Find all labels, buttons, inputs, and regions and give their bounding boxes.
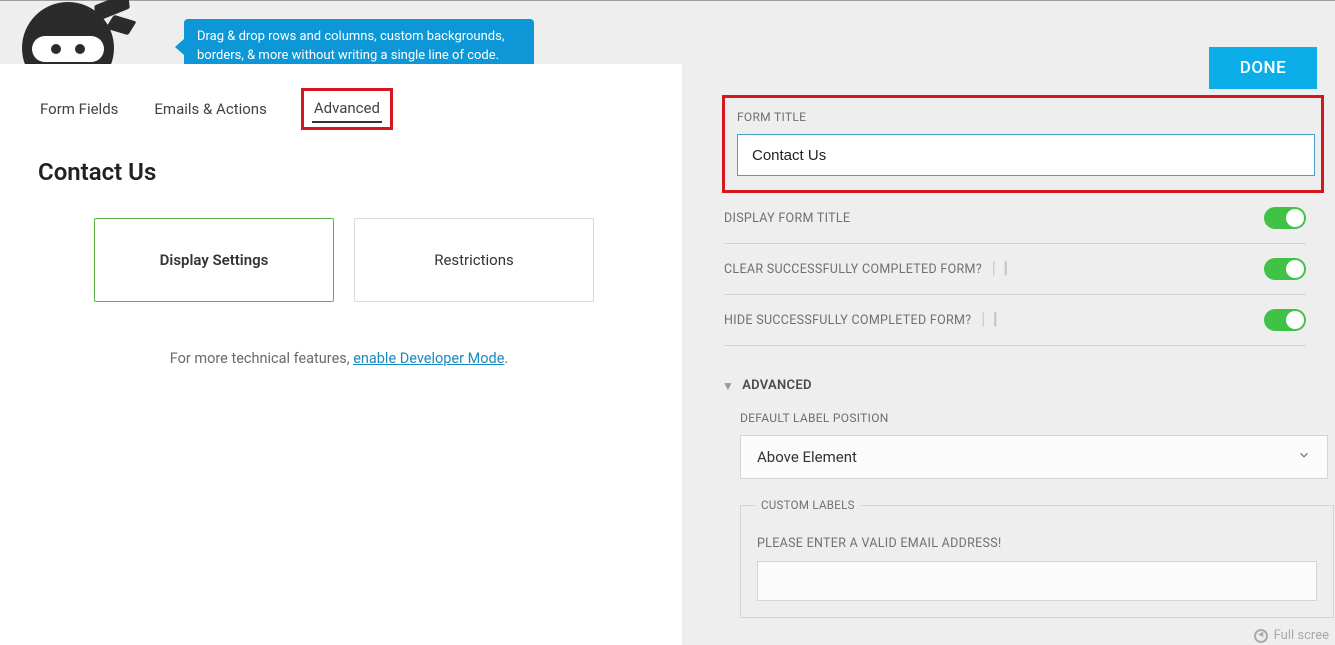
- done-button-label: DONE: [1240, 58, 1286, 78]
- form-name-heading: Contact Us: [38, 158, 644, 186]
- tab-form-fields[interactable]: Form Fields: [38, 96, 120, 122]
- form-title-input[interactable]: [737, 134, 1315, 176]
- settings-cards-row: Display Settings Restrictions: [94, 218, 644, 302]
- info-icon[interactable]: ❘❙: [988, 261, 1012, 275]
- row-hide-completed: HIDE SUCCESSFULLY COMPLETED FORM? ❘❙: [724, 295, 1306, 346]
- toggle-clear-completed[interactable]: [1264, 258, 1306, 280]
- section-advanced-content: DEFAULT LABEL POSITION Above Element CUS…: [740, 411, 1328, 618]
- custom-labels-sublabel: PLEASE ENTER A VALID EMAIL ADDRESS!: [757, 536, 1317, 551]
- section-advanced: ▼ ADVANCED DEFAULT LABEL POSITION Above …: [722, 378, 1319, 618]
- default-label-position-value: Above Element: [757, 448, 857, 466]
- section-advanced-label: ADVANCED: [742, 378, 812, 393]
- toggle-knob: [1286, 260, 1304, 278]
- clear-completed-label: CLEAR SUCCESSFULLY COMPLETED FORM?: [724, 262, 982, 277]
- tab-advanced[interactable]: Advanced: [312, 95, 382, 123]
- info-icon[interactable]: ❘❙: [977, 312, 1001, 326]
- toggle-display-form-title[interactable]: [1264, 207, 1306, 229]
- done-button[interactable]: DONE: [1209, 47, 1317, 89]
- display-form-title-label: DISPLAY FORM TITLE: [724, 211, 850, 226]
- default-label-position-label: DEFAULT LABEL POSITION: [740, 411, 1328, 425]
- toggle-hide-completed[interactable]: [1264, 309, 1306, 331]
- enable-developer-mode-link[interactable]: enable Developer Mode: [353, 350, 504, 367]
- right-panel: DONE FORM TITLE DISPLAY FORM TITLE CLEAR…: [682, 1, 1335, 645]
- tab-form-fields-label: Form Fields: [40, 100, 118, 118]
- card-display-settings[interactable]: Display Settings: [94, 218, 334, 302]
- form-tabs: Form Fields Emails & Actions Advanced: [38, 88, 644, 130]
- card-display-settings-label: Display Settings: [160, 251, 269, 269]
- form-title-label: FORM TITLE: [737, 110, 1309, 124]
- developer-mode-line: For more technical features, enable Deve…: [74, 350, 604, 367]
- tab-advanced-label: Advanced: [314, 99, 380, 117]
- row-display-form-title: DISPLAY FORM TITLE: [724, 193, 1306, 244]
- tab-emails-actions[interactable]: Emails & Actions: [152, 96, 268, 122]
- tab-emails-actions-label: Emails & Actions: [154, 100, 266, 118]
- chevron-down-icon: [1297, 448, 1311, 466]
- hide-completed-label: HIDE SUCCESSFULLY COMPLETED FORM?: [724, 313, 971, 328]
- toggle-knob: [1286, 311, 1304, 329]
- custom-labels-input[interactable]: [757, 561, 1317, 601]
- custom-labels-title: CUSTOM LABELS: [755, 498, 861, 512]
- chevron-down-icon: ▼: [722, 379, 734, 393]
- custom-labels-group: CUSTOM LABELS PLEASE ENTER A VALID EMAIL…: [740, 505, 1334, 618]
- arrow-left-icon: ◄: [1254, 629, 1268, 643]
- card-restrictions[interactable]: Restrictions: [354, 218, 594, 302]
- tab-advanced-highlight: Advanced: [301, 88, 393, 130]
- card-restrictions-label: Restrictions: [434, 251, 514, 269]
- row-clear-completed: CLEAR SUCCESSFULLY COMPLETED FORM? ❘❙: [724, 244, 1306, 295]
- fullscreen-badge[interactable]: ◄ Full scree: [1248, 626, 1335, 645]
- promo-tooltip-text: Drag & drop rows and columns, custom bac…: [197, 29, 504, 63]
- section-advanced-header[interactable]: ▼ ADVANCED: [722, 378, 1319, 393]
- left-panel: Form Fields Emails & Actions Advanced Co…: [0, 64, 682, 645]
- form-title-highlight-box: FORM TITLE: [722, 95, 1324, 193]
- toggle-knob: [1286, 209, 1304, 227]
- fullscreen-label: Full scree: [1274, 628, 1329, 643]
- developer-mode-prefix: For more technical features,: [170, 350, 353, 367]
- default-label-position-select[interactable]: Above Element: [740, 435, 1328, 479]
- developer-mode-suffix: .: [504, 350, 508, 367]
